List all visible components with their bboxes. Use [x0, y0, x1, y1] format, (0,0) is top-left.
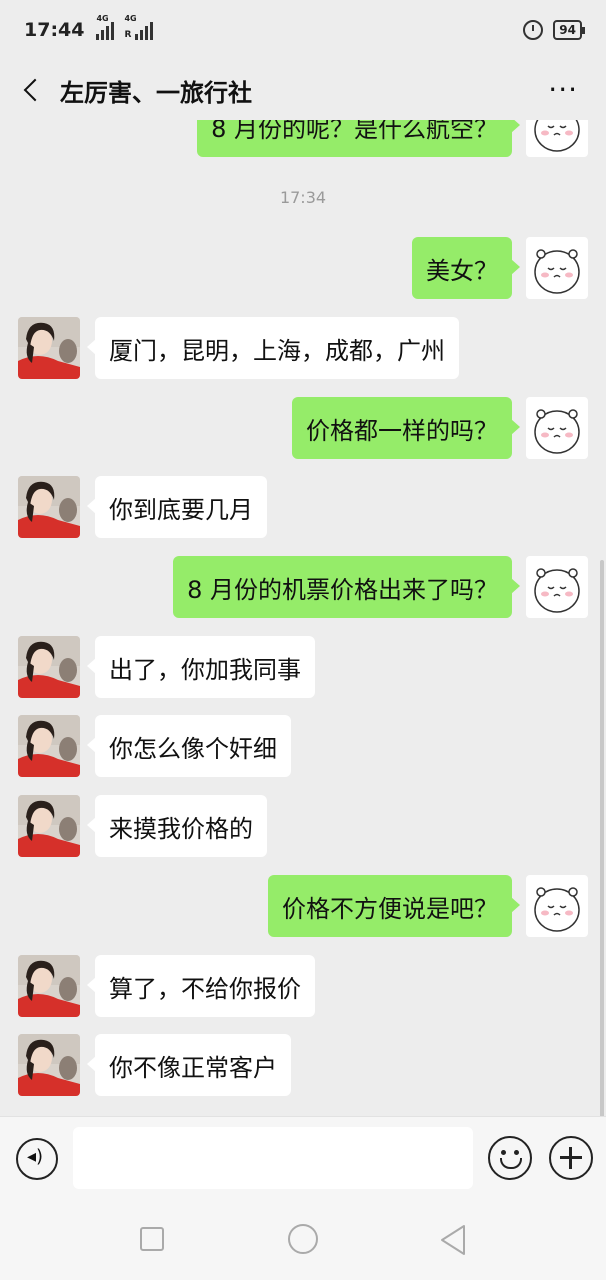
plus-icon[interactable] — [549, 1136, 593, 1180]
chat-header: 左厉害、一旅行社 ··· — [0, 60, 606, 120]
incoming-message: 你怎么像个奸细 — [0, 715, 606, 777]
signal-icon: 4G — [96, 14, 115, 40]
outgoing-message: 价格不方便说是吧？ — [0, 875, 606, 937]
message-bubble[interactable]: 价格都一样的吗？ — [292, 397, 520, 459]
emoji-icon[interactable] — [488, 1136, 532, 1180]
message-bubble[interactable]: 你到底要几月 — [87, 476, 267, 538]
incoming-message: 厦门，昆明，上海，成都，广州 — [0, 317, 606, 379]
signal-label-2: 4G — [124, 14, 137, 23]
nav-back-icon[interactable] — [438, 1224, 468, 1256]
contact-avatar[interactable] — [18, 715, 80, 777]
alarm-icon — [523, 20, 544, 40]
message-bubble[interactable]: 8 月份的机票价格出来了吗？ — [173, 556, 520, 618]
message-bubble[interactable]: 算了，不给你报价 — [87, 955, 315, 1017]
message-bubble[interactable]: 你怎么像个奸细 — [87, 715, 291, 777]
contact-avatar[interactable] — [18, 636, 80, 698]
incoming-message: 你不像正常客户 — [0, 1034, 606, 1096]
message-bubble[interactable]: 价格不方便说是吧？ — [268, 875, 520, 937]
more-icon[interactable]: ··· — [548, 76, 578, 104]
my-avatar[interactable] — [526, 120, 588, 157]
incoming-message: 出了，你加我同事 — [0, 636, 606, 698]
home-icon[interactable] — [288, 1224, 318, 1254]
recents-icon[interactable] — [140, 1227, 164, 1251]
outgoing-message: 8 月份的机票价格出来了吗？ — [0, 556, 606, 618]
roaming-label: R — [124, 30, 132, 40]
my-avatar[interactable] — [526, 556, 588, 618]
voice-icon[interactable] — [16, 1138, 58, 1180]
incoming-message: 算了，不给你报价 — [0, 955, 606, 1017]
back-icon[interactable] — [20, 78, 44, 102]
incoming-message: 来摸我价格的 — [0, 795, 606, 857]
message-input[interactable] — [73, 1127, 473, 1189]
outgoing-message: 价格都一样的吗？ — [0, 397, 606, 459]
input-bar — [0, 1116, 606, 1200]
my-avatar[interactable] — [526, 875, 588, 937]
chat-title: 左厉害、一旅行社 — [60, 78, 252, 107]
contact-avatar[interactable] — [18, 1034, 80, 1096]
message-list[interactable]: 17:34 8 月份的呢？是什么航空？ 美女？ 厦门，昆明，上海，成都，广州价格都一… — [0, 120, 606, 1116]
my-avatar[interactable] — [526, 237, 588, 299]
signal-icon-2: 4G R — [124, 14, 154, 40]
message-bubble[interactable]: 美女？ — [412, 237, 520, 299]
contact-avatar[interactable] — [18, 795, 80, 857]
signal-label: 4G — [96, 14, 109, 23]
incoming-message: 你到底要几月 — [0, 476, 606, 538]
outgoing-message: 8 月份的呢？是什么航空？ — [0, 120, 606, 157]
my-avatar[interactable] — [526, 397, 588, 459]
contact-avatar[interactable] — [18, 317, 80, 379]
contact-avatar[interactable] — [18, 476, 80, 538]
battery-icon: 94 — [553, 20, 585, 40]
contact-avatar[interactable] — [18, 955, 80, 1017]
message-timestamp: 17:34 — [279, 188, 327, 207]
system-nav-bar — [0, 1200, 606, 1280]
message-bubble[interactable]: 来摸我价格的 — [87, 795, 267, 857]
status-time: 17:44 — [24, 19, 85, 41]
status-bar: 17:44 4G 4G R 94 — [0, 0, 606, 60]
message-bubble[interactable]: 8 月份的呢？是什么航空？ — [197, 120, 520, 157]
message-bubble[interactable]: 厦门，昆明，上海，成都，广州 — [87, 317, 459, 379]
message-bubble[interactable]: 你不像正常客户 — [87, 1034, 291, 1096]
message-bubble[interactable]: 出了，你加我同事 — [87, 636, 315, 698]
outgoing-message: 美女？ — [0, 237, 606, 299]
